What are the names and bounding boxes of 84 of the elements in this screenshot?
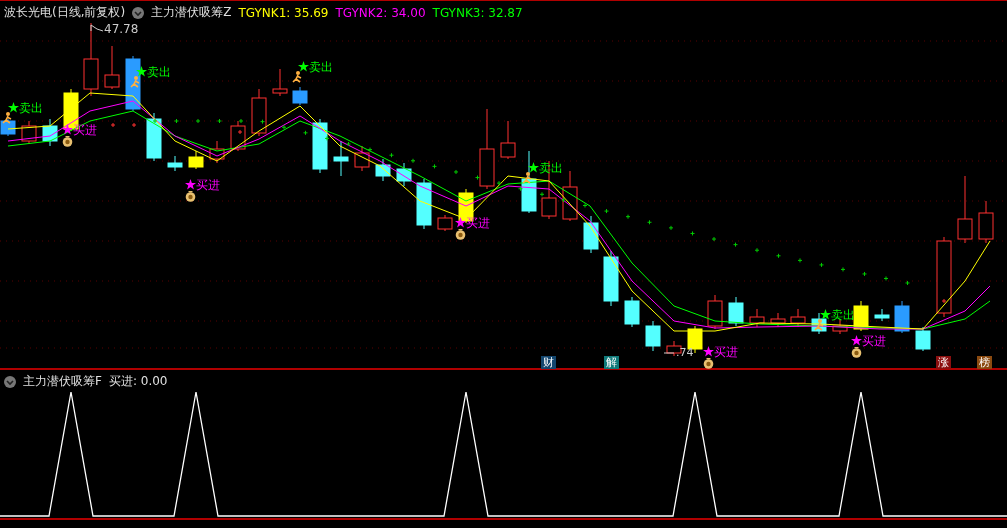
candlestick: [375, 158, 391, 182]
signal-label: 卖出: [147, 64, 171, 81]
indicator-name: 主力潜伏吸筹F: [23, 373, 102, 390]
candlestick: [521, 150, 537, 214]
candlestick: [562, 170, 578, 222]
signal-label: 卖出: [309, 59, 333, 76]
signal-label: 卖出: [539, 160, 563, 177]
money-bag-icon: [454, 227, 467, 240]
candlestick: [416, 178, 432, 230]
candlestick: [915, 326, 931, 352]
figure-icon: [292, 71, 303, 83]
indicator-reading: 买进: 0.00: [108, 373, 168, 390]
candlestick: [354, 145, 370, 172]
event-badge[interactable]: 解: [604, 356, 619, 369]
star-icon: [851, 335, 862, 346]
figure-icon: [130, 76, 141, 88]
signal-label: 买进: [714, 344, 738, 361]
candlestick: [874, 308, 890, 322]
candlestick: [707, 294, 723, 330]
low-price-label: .74: [676, 346, 694, 359]
signal-label: 买进: [466, 215, 490, 232]
star-icon: [62, 124, 73, 135]
candlestick: [272, 68, 288, 97]
candlestick: [645, 320, 661, 352]
candlestick: [312, 118, 328, 174]
star-icon: [298, 61, 309, 72]
high-price-label: 47.78: [104, 22, 139, 36]
money-bag-icon: [184, 189, 197, 202]
chart-title: 波长光电(日线,前复权): [4, 4, 126, 21]
candlestick: [603, 250, 619, 307]
star-icon: [820, 309, 831, 320]
money-bag-icon: [850, 345, 863, 358]
candlestick: [146, 112, 162, 162]
leader-line: [663, 352, 675, 354]
signal-label: 卖出: [831, 307, 855, 324]
candlestick: [0, 118, 16, 137]
candlestick: [728, 296, 744, 327]
star-icon: [136, 66, 147, 77]
event-badge[interactable]: 涨: [936, 356, 951, 369]
dropdown-icon[interactable]: [4, 375, 16, 388]
candlestick: [251, 88, 267, 137]
candlestick: [333, 140, 349, 177]
star-icon: [528, 162, 539, 173]
star-icon: [455, 217, 466, 228]
candlestick: [583, 215, 599, 254]
event-badge[interactable]: 榜: [977, 356, 992, 369]
signal-label: 买进: [196, 177, 220, 194]
candlestick: [749, 308, 765, 328]
candlestick: [188, 150, 204, 170]
indicator-reading: TGYNK3: 32.87: [432, 5, 523, 20]
candlestick: [104, 45, 120, 90]
candlestick: [42, 118, 58, 147]
signal-label: 卖出: [19, 100, 43, 117]
candlestick: [396, 162, 412, 187]
leader-line: [90, 24, 104, 32]
figure-icon: [814, 319, 825, 331]
star-icon: [8, 102, 19, 113]
signal-label: 买进: [73, 122, 97, 139]
star-icon: [185, 179, 196, 190]
star-icon: [703, 346, 714, 357]
money-bag-icon: [61, 134, 74, 147]
candlestick: [853, 300, 869, 332]
candlestick: [500, 120, 516, 160]
dropdown-icon[interactable]: [132, 6, 145, 19]
candlestick: [624, 296, 640, 328]
money-bag-icon: [702, 356, 715, 369]
event-badge[interactable]: 财: [541, 356, 556, 369]
indicator-reading: TGYNK1: 35.69: [238, 5, 329, 20]
figure-icon: [2, 112, 13, 124]
candlestick: [230, 120, 246, 152]
candlestick: [770, 312, 786, 328]
candlestick: [790, 308, 806, 328]
indicator-reading: TGYNK2: 34.00: [335, 5, 426, 20]
candlestick: [978, 200, 994, 244]
candlestick: [209, 140, 225, 164]
signal-label: 买进: [862, 333, 886, 350]
candlestick: [957, 175, 973, 244]
candlestick: [292, 86, 308, 106]
candlestick: [437, 214, 453, 232]
figure-icon: [522, 172, 533, 184]
indicator-name: 主力潜伏吸筹Z: [151, 4, 232, 21]
candlestick: [167, 155, 183, 172]
candlestick: [21, 120, 37, 145]
candlestick: [894, 300, 910, 334]
